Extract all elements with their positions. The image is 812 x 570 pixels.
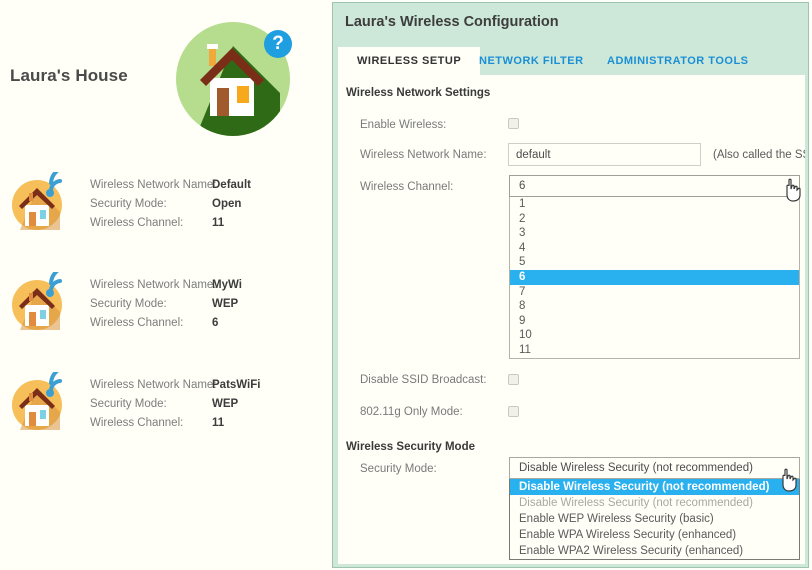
ssid-note: (Also called the SSID) — [713, 149, 805, 161]
channel-value: 11 — [212, 417, 224, 429]
channel-option[interactable]: 8 — [510, 299, 799, 314]
list-item[interactable]: Wireless Network Name:Default Security M… — [0, 168, 332, 246]
network-name-value: MyWi — [212, 279, 242, 291]
wifi-house-icon — [10, 272, 72, 334]
security-option[interactable]: Disable Wireless Security (not recommend… — [510, 495, 799, 511]
list-item[interactable]: Wireless Network Name:PatsWiFi Security … — [0, 368, 332, 446]
house-title: Laura's House — [10, 66, 128, 86]
section-heading-security-mode: Wireless Security Mode — [346, 441, 475, 453]
network-name-line: Wireless Network Name:Default — [90, 176, 322, 195]
list-item[interactable]: Wireless Network Name:MyWi Security Mode… — [0, 268, 332, 346]
security-mode-label: Security Mode: — [90, 295, 212, 314]
wireless-channel-select-value[interactable]: 6 — [509, 175, 800, 197]
wireless-configuration-panel: Laura's Wireless Configuration WIRELESS … — [332, 2, 809, 568]
channel-line: Wireless Channel:6 — [90, 314, 322, 333]
network-name-label: Wireless Network Name: — [90, 276, 212, 295]
network-details: Wireless Network Name:MyWi Security Mode… — [90, 276, 322, 333]
help-icon[interactable]: ? — [264, 30, 292, 58]
enable-wireless-label: Enable Wireless: — [360, 119, 446, 131]
security-mode-line: Security Mode:Open — [90, 195, 322, 214]
channel-option[interactable]: 11 — [510, 343, 799, 358]
tab-bar: WIRELESS SETUP NETWORK FILTER ADMINISTRA… — [333, 47, 810, 75]
channel-option[interactable]: 3 — [510, 226, 799, 241]
channel-option[interactable]: 10 — [510, 328, 799, 343]
house-header: Laura's House ? — [0, 0, 332, 150]
wireless-setup-form: Wireless Network Settings Enable Wireles… — [338, 75, 805, 564]
security-mode-label: Security Mode: — [90, 395, 212, 414]
security-mode-select-value[interactable]: Disable Wireless Security (not recommend… — [509, 457, 800, 479]
house-illustration: ? — [176, 22, 290, 136]
security-option[interactable]: Enable WEP Wireless Security (basic) — [510, 511, 799, 527]
channel-option[interactable]: 1 — [510, 197, 799, 212]
channel-label: Wireless Channel: — [90, 314, 212, 333]
network-name-label: Wireless Network Name: — [90, 176, 212, 195]
security-option-selected[interactable]: Disable Wireless Security (not recommend… — [510, 479, 799, 495]
network-name-value: Default — [212, 179, 251, 191]
network-details: Wireless Network Name:PatsWiFi Security … — [90, 376, 322, 433]
channel-label: Wireless Channel: — [90, 414, 212, 433]
channel-option[interactable]: 5 — [510, 255, 799, 270]
channel-option-selected[interactable]: 6 — [510, 270, 799, 285]
channel-label: Wireless Channel: — [90, 214, 212, 233]
network-name-line: Wireless Network Name:MyWi — [90, 276, 322, 295]
security-mode-label: Security Mode: — [360, 463, 437, 475]
channel-option[interactable]: 4 — [510, 241, 799, 256]
wireless-network-name-label: Wireless Network Name: — [360, 149, 487, 161]
page-title: Laura's Wireless Configuration — [345, 14, 559, 30]
security-option[interactable]: Enable WPA Wireless Security (enhanced) — [510, 527, 799, 543]
security-mode-label: Security Mode: — [90, 195, 212, 214]
enable-wireless-checkbox[interactable] — [508, 118, 519, 129]
security-mode-value: WEP — [212, 398, 238, 410]
wireless-channel-select[interactable]: 6 1 2 3 4 5 6 7 8 9 10 11 — [509, 175, 800, 359]
network-name-line: Wireless Network Name:PatsWiFi — [90, 376, 322, 395]
security-mode-options-list[interactable]: Disable Wireless Security (not recommend… — [509, 479, 800, 560]
security-mode-value: Open — [212, 198, 241, 210]
802-11g-only-mode-label: 802.11g Only Mode: — [360, 406, 463, 418]
section-heading-network-settings: Wireless Network Settings — [346, 87, 490, 99]
channel-line: Wireless Channel:11 — [90, 414, 322, 433]
channel-value: 6 — [212, 317, 218, 329]
wifi-house-icon — [10, 172, 72, 234]
network-details: Wireless Network Name:Default Security M… — [90, 176, 322, 233]
security-mode-select[interactable]: Disable Wireless Security (not recommend… — [509, 457, 800, 560]
wireless-network-name-input[interactable] — [508, 143, 701, 166]
network-name-value: PatsWiFi — [212, 379, 260, 391]
network-name-label: Wireless Network Name: — [90, 376, 212, 395]
channel-option[interactable]: 9 — [510, 314, 799, 329]
wifi-house-icon — [10, 372, 72, 434]
channel-line: Wireless Channel:11 — [90, 214, 322, 233]
security-option[interactable]: Enable WPA2 Wireless Security (enhanced) — [510, 543, 799, 559]
channel-option[interactable]: 7 — [510, 285, 799, 300]
tab-network-filter[interactable]: NETWORK FILTER — [479, 47, 584, 75]
channel-option[interactable]: 2 — [510, 212, 799, 227]
security-mode-value: WEP — [212, 298, 238, 310]
disable-ssid-broadcast-label: Disable SSID Broadcast: — [360, 374, 487, 386]
tab-wireless-setup[interactable]: WIRELESS SETUP — [338, 47, 480, 75]
802-11g-only-mode-checkbox[interactable] — [508, 406, 519, 417]
tab-administrator-tools[interactable]: ADMINISTRATOR TOOLS — [607, 47, 749, 75]
wireless-channel-label: Wireless Channel: — [360, 181, 453, 193]
disable-ssid-broadcast-checkbox[interactable] — [508, 374, 519, 385]
security-mode-line: Security Mode:WEP — [90, 395, 322, 414]
security-mode-line: Security Mode:WEP — [90, 295, 322, 314]
channel-value: 11 — [212, 217, 224, 229]
networks-sidebar: Laura's House ? — [0, 0, 332, 570]
wireless-channel-options-list[interactable]: 1 2 3 4 5 6 7 8 9 10 11 — [509, 197, 800, 359]
